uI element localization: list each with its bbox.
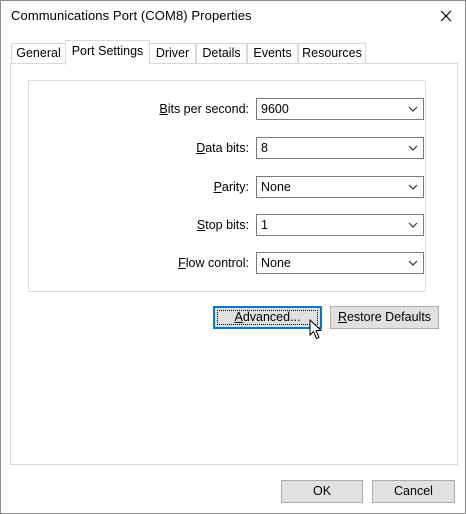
- cancel-button[interactable]: Cancel: [372, 480, 455, 503]
- mouse-pointer-icon: [309, 319, 323, 340]
- stop-bits-dropdown[interactable]: 1: [256, 214, 424, 236]
- parity-label: Parity:: [213, 180, 249, 194]
- tab-port-settings[interactable]: Port Settings: [65, 40, 150, 65]
- stop-bits-value: 1: [261, 218, 268, 232]
- flow-control-label: Flow control:: [178, 256, 249, 270]
- chevron-down-icon: [408, 106, 418, 112]
- flow-control-dropdown[interactable]: None: [256, 252, 424, 274]
- stop-bits-label: Stop bits:: [196, 218, 249, 232]
- properties-dialog: Communications Port (COM8) Properties Ge…: [0, 0, 466, 514]
- parity-dropdown[interactable]: None: [256, 176, 424, 198]
- port-settings-panel: Bits per second: 9600 Data bits: 8 Parit…: [10, 63, 458, 465]
- close-icon: [440, 10, 452, 22]
- parity-value: None: [261, 180, 291, 194]
- tab-resources[interactable]: Resources: [298, 43, 366, 63]
- data-bits-dropdown[interactable]: 8: [256, 137, 424, 159]
- restore-defaults-button[interactable]: Restore Defaults: [330, 306, 439, 329]
- chevron-down-icon: [408, 222, 418, 228]
- close-button[interactable]: [427, 1, 465, 31]
- ok-button[interactable]: OK: [281, 480, 363, 503]
- tab-general[interactable]: General: [11, 43, 66, 63]
- chevron-down-icon: [408, 145, 418, 151]
- bits-per-second-dropdown[interactable]: 9600: [256, 98, 424, 120]
- chevron-down-icon: [408, 184, 418, 190]
- bits-per-second-label: Bits per second:: [159, 102, 249, 116]
- focus-rectangle: [217, 310, 318, 325]
- tab-driver[interactable]: Driver: [149, 43, 196, 63]
- tab-events[interactable]: Events: [247, 43, 298, 63]
- flow-control-value: None: [261, 256, 291, 270]
- bits-per-second-value: 9600: [261, 102, 289, 116]
- window-title: Communications Port (COM8) Properties: [11, 8, 252, 23]
- data-bits-value: 8: [261, 141, 268, 155]
- advanced-button[interactable]: Advanced...: [213, 306, 322, 329]
- tab-details[interactable]: Details: [196, 43, 247, 63]
- chevron-down-icon: [408, 260, 418, 266]
- data-bits-label: Data bits:: [196, 141, 249, 155]
